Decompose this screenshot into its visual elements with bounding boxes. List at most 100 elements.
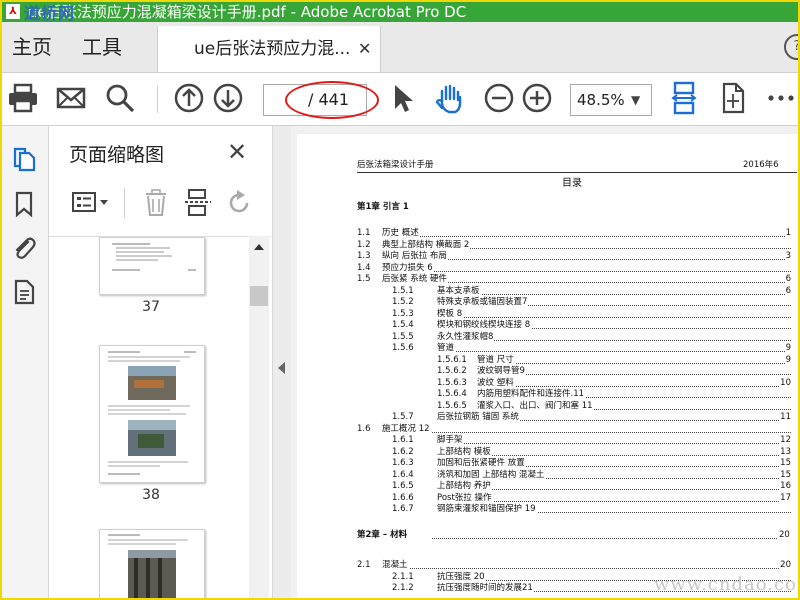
toc-chapter-2: 第2章 – 材料 [357,530,408,540]
bookmarks-icon[interactable] [10,190,38,218]
attachments-icon[interactable] [10,234,38,262]
page-thumbnail[interactable] [99,237,205,295]
toc-entry[interactable]: 1.5.6.2 波纹钢导管9 [297,366,797,377]
toc-entry[interactable]: 1.5.5 永久性灌浆帽8 [297,331,797,343]
toc-entry[interactable]: 1.5.1 基本支承板 6 [297,285,797,297]
toc-entry-title: 施工概况 12 [382,423,431,435]
toc-entry-number: 2.1 [357,560,371,570]
toc-entry[interactable]: 1.5.6 管道 9 [297,343,797,354]
toc-leader [477,362,791,364]
toc-entry[interactable]: 1.5.6.1 管道 尺寸 9 [297,354,797,366]
full-screen-icon[interactable] [716,81,750,115]
thumbnail-page-preview [108,534,188,598]
fit-width-icon[interactable] [667,81,701,115]
toc-entry-title: 管道 尺寸 [477,354,515,366]
page-header-left: 后张法箱梁设计手册 [357,160,434,170]
toc-entry[interactable]: 1.6 施工概况 12 [297,423,797,435]
main-toolbar: / 441 48.5% ▼ [2,73,798,126]
toc-entry[interactable]: 1.6.6 Post张拉 操作 17 [297,492,797,504]
title-bar: ⅄ ue后张法预应力混凝箱梁设计手册.pdf - Adobe Acrobat P… [2,2,798,23]
help-icon[interactable]: ? [784,34,798,60]
toc-entry[interactable]: 1.2 典型上部结构 横截面 2 [297,239,797,251]
toc-entry-page: 15 [779,458,791,469]
tab-bar: 主页 工具 ue后张法预应力混... ✕ ? [2,22,798,73]
close-panel-icon[interactable]: ✕ [227,138,247,166]
toc-entry[interactable]: 1.6.3 加固和后张紧硬件 放置 15 [297,458,797,469]
toc-entry-number: 1.5.3 [392,308,414,319]
zoom-out-icon[interactable] [482,81,516,115]
document-view[interactable]: 后张法箱梁设计手册 2016年6 目录 第1章 引言 1 1.1 历史 概述 1 1.… [291,126,798,598]
next-page-icon[interactable] [211,81,245,115]
toc-entry[interactable]: 1.1 历史 概述 1 [297,228,797,239]
toc-entry-number: 1.5.2 [392,297,414,307]
rotate-page-icon[interactable] [225,189,253,217]
toc-entry-title: 管道 [437,343,456,354]
toc-entry[interactable]: 1.3 纵向 后张拉 布局 3 [297,251,797,262]
toc-entry[interactable]: 1.5.6.5 灌浆入口、出口、阀门和塞 11 [297,400,797,412]
zoom-in-icon[interactable] [520,81,554,115]
thumbnail-scrollbar[interactable] [249,236,269,598]
toc-entry-page: 9 [784,354,791,366]
toc-entry[interactable]: 1.5.2 特殊支承板或锚固装置7 [297,297,797,308]
hand-tool-icon[interactable] [433,81,467,115]
toc-entry-title: 楔块和钢绞线楔块连接 8 [437,320,532,331]
toc-entry-title: 浇筑和加固 上部结构 混凝土 [437,469,546,481]
pdf-page: 后张法箱梁设计手册 2016年6 目录 第1章 引言 1 1.1 历史 概述 1 1.… [297,134,798,598]
toc-entry[interactable]: 1.6.5 上部结构 养护 16 [297,481,797,492]
left-navigation-rail [2,126,49,598]
delete-page-icon[interactable] [143,188,169,218]
page-thumbnail[interactable] [99,529,205,598]
extract-page-icon[interactable] [184,188,212,218]
page-thumbnails-icon[interactable] [10,144,38,172]
toc-entry[interactable]: 1.4 预应力损失 6 [297,262,797,274]
toc-entry-number: 1.6.3 [392,458,414,468]
toolbar-separator [157,85,158,113]
thumbnail-options-icon[interactable] [71,190,111,216]
thumbnail-page-number: 37 [142,299,160,315]
tab-tools[interactable]: 工具 [82,22,122,72]
select-cursor-icon[interactable] [385,81,419,115]
toc-entry-title: Post张拉 操作 [437,492,493,504]
toc-entry-title: 抗压强度 20 [437,571,486,583]
page-thumbnail[interactable] [99,345,205,483]
zoom-level-dropdown[interactable]: 48.5% ▼ [570,84,652,116]
previous-page-icon[interactable] [172,81,206,115]
toc-leader [382,568,791,569]
scrollbar-thumb[interactable] [250,286,268,306]
toc-entry-title: 抗压强度随时间的发展21 [437,583,534,594]
toc-entry-number: 1.6.4 [392,469,414,480]
tab-home[interactable]: 主页 [12,22,52,72]
toc-leader [382,431,791,433]
toc-entry-number: 1.6.7 [392,504,414,514]
email-icon[interactable] [54,81,88,115]
toc-entry[interactable]: 1.5.3 楔板 8 [297,308,797,320]
scroll-up-icon[interactable] [254,244,264,250]
toc-entry-number: 1.5.6.3 [437,377,467,388]
toc-entry[interactable]: 1.5.6.3 波纹 塑料 10 [297,377,797,389]
toc-entry[interactable]: 2.1 混凝土 20 [297,560,797,571]
print-icon[interactable] [6,81,40,115]
toc-entry-title: 基本支承板 [437,285,481,297]
tab-document[interactable]: ue后张法预应力混... ✕ [157,26,381,72]
more-options-icon[interactable] [764,81,798,115]
toc-entry-number: 1.6.5 [392,481,414,491]
toc-entry[interactable]: 1.6.1 脚手架 12 [297,435,797,446]
toc-entry[interactable]: 1.6.7 钢筋束灌浆和锚固保护 19 [297,504,797,515]
collapse-panel-icon[interactable] [278,362,285,374]
panel-splitter[interactable] [272,126,292,598]
toc-entry[interactable]: 1.5.6.4 内筋用塑料配件和连接件.11 [297,389,797,400]
toc-entry[interactable]: 1.5.7 后张拉钢筋 锚固 系统 11 [297,412,797,423]
document-properties-icon[interactable] [10,278,38,306]
thumbnails-panel: 页面缩略图 ✕ 37 38 [49,126,271,598]
search-icon[interactable] [103,81,137,115]
toc-entry[interactable]: 1.5 后张紧 系统 硬件 6 [297,274,797,285]
toc-entry[interactable]: 1.6.2 上部结构 模板 13 [297,446,797,458]
thumbnails-panel-title: 页面缩略图 [69,144,165,166]
close-tab-icon[interactable]: ✕ [358,26,371,72]
toc-entry[interactable]: 1.6.4 浇筑和加固 上部结构 混凝土 15 [297,469,797,481]
thumbnail-toolbar-separator [124,188,125,218]
toc-entry-page: 13 [779,446,791,458]
toc-entry[interactable]: 1.5.4 楔块和钢绞线楔块连接 8 [297,320,797,331]
toc-entry-page: 15 [779,469,791,481]
toc-entry-title: 楔板 8 [437,308,464,320]
